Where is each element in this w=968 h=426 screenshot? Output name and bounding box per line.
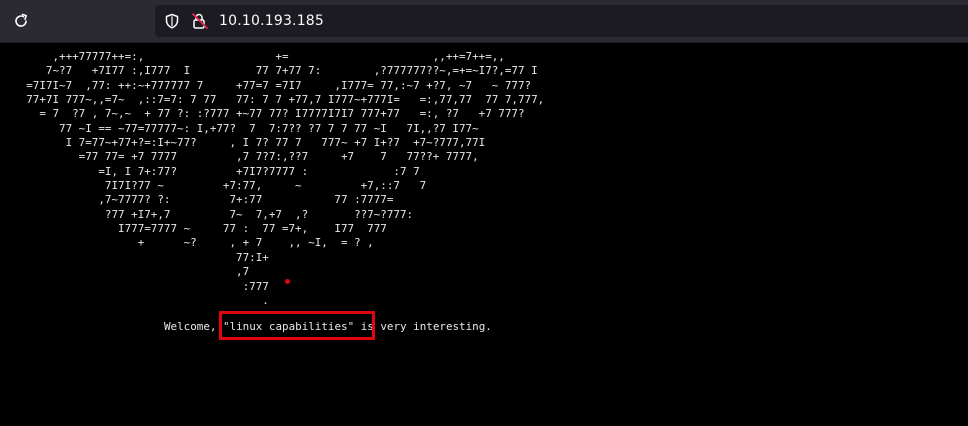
- insecure-lock-icon: [192, 13, 208, 29]
- reload-button[interactable]: [8, 8, 34, 34]
- url-text[interactable]: 10.10.193.185: [219, 12, 324, 30]
- tracking-protection-button[interactable]: [164, 13, 180, 34]
- red-dot-marker: [285, 279, 290, 284]
- reload-icon: [15, 13, 27, 27]
- browser-toolbar: 10.10.193.185: [0, 0, 968, 43]
- ascii-art: ,+++77777++=:, += ,,++=7++=,, 7~?7 +7I77…: [26, 50, 545, 307]
- highlight-box: [219, 311, 375, 340]
- site-security-button[interactable]: [191, 12, 209, 35]
- page-content: ,+++77777++=:, += ,,++=7++=,, 7~?7 +7I77…: [0, 43, 968, 426]
- shield-icon: [165, 13, 179, 29]
- url-bar[interactable]: 10.10.193.185: [155, 5, 968, 37]
